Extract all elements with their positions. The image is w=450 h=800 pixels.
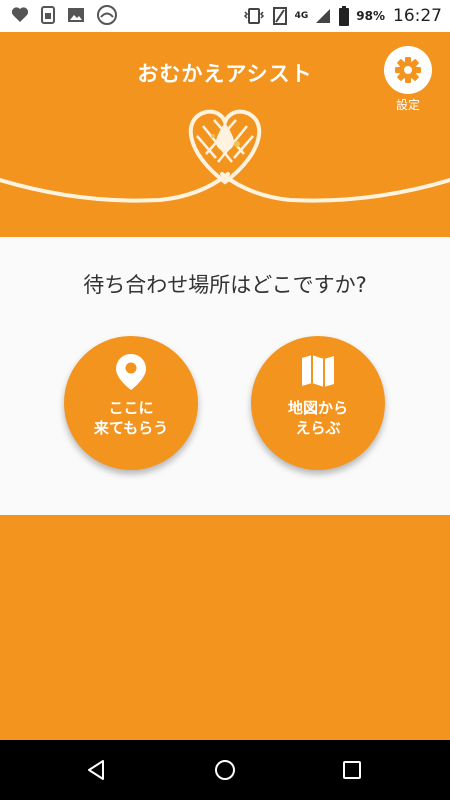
back-icon: [88, 760, 104, 780]
network-type: 4G: [294, 10, 309, 21]
nav-back-button[interactable]: [82, 755, 112, 785]
settings-button[interactable]: [384, 46, 432, 94]
screenshot-icon: [272, 7, 287, 25]
choose-map-label-line2: えらぶ: [295, 419, 341, 437]
meeting-place-question: 待ち合わせ場所はどこですか?: [83, 273, 367, 297]
signal-icon: [316, 9, 331, 23]
come-here-button[interactable]: ここに 来てもらう: [64, 336, 198, 470]
status-bar: 4G 98% 16:27: [0, 0, 450, 32]
heart-icon: [11, 7, 29, 22]
destination-panel: 待ち合わせ場所はどこですか? ここに 来てもらう 地図から えらぶ: [0, 237, 450, 515]
battery-percent: 98%: [356, 9, 385, 23]
gear-icon: [395, 57, 421, 83]
map-icon: [302, 355, 334, 387]
app-title: おむかえアシスト: [137, 62, 313, 86]
heart-knot-illustration: [0, 109, 450, 203]
vibrate-icon: [243, 8, 264, 24]
come-here-label-line1: ここに: [108, 399, 154, 417]
recents-icon: [343, 761, 361, 779]
nav-recents-button[interactable]: [337, 755, 367, 785]
choose-map-label-line1: 地図から: [287, 399, 348, 417]
come-here-label-line2: 来てもらう: [93, 419, 169, 437]
nav-home-button[interactable]: [210, 755, 240, 785]
image-icon: [68, 8, 84, 22]
choose-from-map-button[interactable]: 地図から えらぶ: [251, 336, 385, 470]
system-nav-bar: [0, 740, 450, 800]
app-header: おむかえアシスト 設定: [0, 32, 450, 237]
location-pin-icon: [116, 354, 146, 390]
battery-icon: [339, 6, 350, 26]
clock: 16:27: [393, 6, 442, 26]
sync-icon: [97, 5, 117, 25]
home-icon: [215, 760, 235, 780]
sim-card-icon: [41, 6, 55, 24]
